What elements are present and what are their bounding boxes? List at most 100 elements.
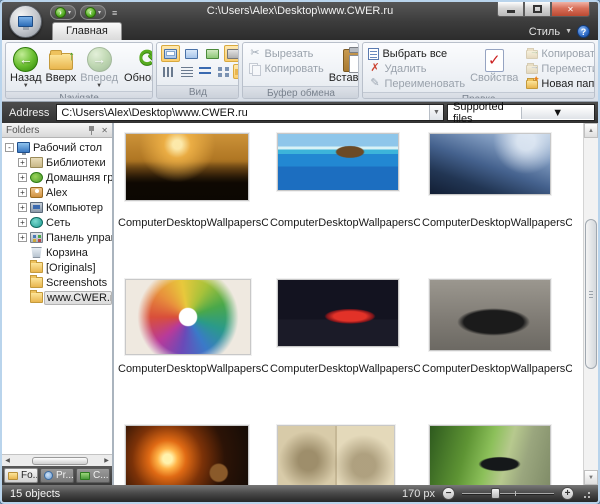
file-item[interactable]: ComputerDesktopWallpapersCollecti... <box>268 271 420 417</box>
tree-item[interactable]: +Компьютер <box>2 200 112 215</box>
vscroll-thumb[interactable] <box>585 219 597 369</box>
tab-home[interactable]: Главная <box>52 22 122 40</box>
tree-item[interactable]: +Домашняя гру <box>2 170 112 185</box>
zoom-in-button[interactable]: + <box>561 487 574 500</box>
tree-expander[interactable]: + <box>18 158 27 167</box>
tree-item[interactable]: [Originals] <box>2 260 112 275</box>
resize-grip[interactable] <box>581 489 590 498</box>
file-item[interactable]: ComputerDesktopWallpapersCollecti... <box>268 125 420 271</box>
file-caption: ComputerDesktopWallpapersCollecti... <box>268 361 420 375</box>
view-list-button[interactable] <box>197 64 213 79</box>
tree-item[interactable]: Корзина <box>2 245 112 260</box>
copy-button[interactable]: Копировать <box>245 61 326 76</box>
slider-thumb[interactable] <box>491 488 500 499</box>
tree-expander[interactable]: + <box>18 173 27 182</box>
address-dropdown-button[interactable]: ▼ <box>429 105 443 120</box>
scroll-up-icon[interactable]: ▲ <box>584 123 598 138</box>
tree-item[interactable]: + Сеть <box>2 215 112 230</box>
tree-expander[interactable]: + <box>18 203 27 212</box>
view-thumbnails-button[interactable] <box>233 64 239 79</box>
forward-button[interactable]: →Вперед▼ <box>78 44 120 90</box>
back-button[interactable]: ←Назад▼ <box>8 44 44 90</box>
file-item[interactable]: ComputerDesktopWallpapersCollecti... <box>420 271 572 417</box>
address-label: Address <box>5 107 53 119</box>
properties-button[interactable]: ✓Свойства <box>468 44 520 85</box>
computer-icon <box>30 202 43 213</box>
tree-item[interactable]: +Панель управл <box>2 230 112 245</box>
minimize-button[interactable] <box>497 2 524 17</box>
new-folder-button[interactable]: Новая папка <box>522 76 595 91</box>
file-item[interactable]: ComputerDesktopWallpapersCollecti... <box>268 417 420 485</box>
file-item[interactable]: ComputerDesktopWallpapersCollecti... <box>420 125 572 271</box>
refresh-button[interactable]: ⟳Обновить <box>122 44 153 85</box>
tree-item[interactable]: -Рабочий стол <box>2 140 112 155</box>
close-panel-icon[interactable]: ✕ <box>101 126 108 135</box>
hscroll-thumb[interactable] <box>32 457 88 465</box>
file-item[interactable]: ComputerDesktopWallpapersCollecti... <box>116 125 268 271</box>
up-button[interactable]: ↑Вверх <box>44 44 79 85</box>
filter-combo[interactable]: Supported files ▼ <box>447 104 595 121</box>
hscroll-track[interactable] <box>13 456 101 466</box>
zoom-slider[interactable] <box>462 487 554 500</box>
file-item[interactable]: ComputerDesktopWallpapersCollecti... <box>116 271 268 417</box>
scroll-left-icon[interactable]: ◀ <box>2 457 13 464</box>
view-folders-panel-button[interactable] <box>161 45 180 62</box>
close-button[interactable]: ✕ <box>551 2 590 17</box>
tree-expander[interactable]: + <box>18 218 27 227</box>
pin-icon[interactable] <box>88 126 96 135</box>
qat-forward-button[interactable]: ›▾ <box>50 5 76 20</box>
chevron-down-icon[interactable]: ▾ <box>68 9 71 16</box>
file-caption: ComputerDesktopWallpapersCollecti... <box>116 361 268 375</box>
view-extra-panel-button[interactable] <box>224 45 239 62</box>
help-icon[interactable]: ? <box>577 25 590 38</box>
tree-expander[interactable]: - <box>5 143 14 152</box>
panel-tab[interactable]: C... <box>76 468 110 483</box>
view-tiles-button[interactable] <box>215 64 231 79</box>
panel-tab-label: Pr... <box>56 470 74 481</box>
select-all-button[interactable]: Выбрать все <box>365 46 468 61</box>
panel-icon <box>206 49 219 59</box>
folders-panel-title: Folders <box>6 125 88 136</box>
tree-item[interactable]: www.CWER.ru <box>2 290 112 305</box>
thumbnail-city-sunset <box>125 133 249 201</box>
file-item[interactable]: ComputerDesktopWallpapersCollecti... <box>420 417 572 485</box>
tree-expander[interactable]: + <box>18 188 27 197</box>
chevron-down-icon[interactable]: ▾ <box>98 9 101 16</box>
qat-customize-button[interactable]: ≡ <box>110 8 119 18</box>
delete-button[interactable]: Удалить <box>365 61 468 76</box>
scroll-right-icon[interactable]: ▶ <box>101 457 112 464</box>
vertical-scrollbar[interactable]: ▲ ▼ <box>583 123 598 485</box>
maximize-button[interactable] <box>524 2 551 17</box>
paste-button[interactable]: Вставить <box>327 44 360 85</box>
cut-button[interactable]: Вырезать <box>245 46 326 61</box>
horizontal-scrollbar[interactable]: ◀ ▶ <box>2 454 112 466</box>
list-icon <box>199 67 211 77</box>
tree-item[interactable]: +Библиотеки <box>2 155 112 170</box>
panel-tab[interactable]: Pr... <box>40 468 74 483</box>
address-input[interactable] <box>57 105 429 120</box>
file-item[interactable]: ComputerDesktopWallpapersCollecti... <box>116 417 268 485</box>
tree-item-label: Сеть <box>46 217 70 229</box>
tree-item-label: [Originals] <box>46 262 96 274</box>
group-label-clipboard: Буфер обмена <box>243 86 358 99</box>
view-details-button[interactable] <box>179 64 195 79</box>
view-info-panel-button[interactable] <box>203 45 222 62</box>
rename-button[interactable]: Переименовать <box>365 76 468 91</box>
view-columns-button[interactable] <box>161 64 177 79</box>
copy-to-icon <box>525 47 538 60</box>
tree-item[interactable]: Screenshots <box>2 275 112 290</box>
filter-dropdown-button[interactable]: ▼ <box>521 107 595 119</box>
qat-back-button[interactable]: ‹▾ <box>80 5 106 20</box>
copy-to-button[interactable]: Копировать в ... <box>522 46 595 61</box>
app-menu-button[interactable] <box>9 5 42 38</box>
panel-icon <box>227 49 239 59</box>
group-label-view: Вид <box>157 85 238 98</box>
view-preview-panel-button[interactable] <box>182 45 201 62</box>
panel-tab[interactable]: Fo... <box>4 468 38 483</box>
tree-expander[interactable]: + <box>18 233 27 242</box>
tree-item[interactable]: +Alex <box>2 185 112 200</box>
style-menu[interactable]: Стиль ▼ ? <box>521 25 598 40</box>
zoom-out-button[interactable]: − <box>442 487 455 500</box>
scroll-down-icon[interactable]: ▼ <box>584 470 598 485</box>
panel-tab-label: Fo... <box>21 470 38 481</box>
